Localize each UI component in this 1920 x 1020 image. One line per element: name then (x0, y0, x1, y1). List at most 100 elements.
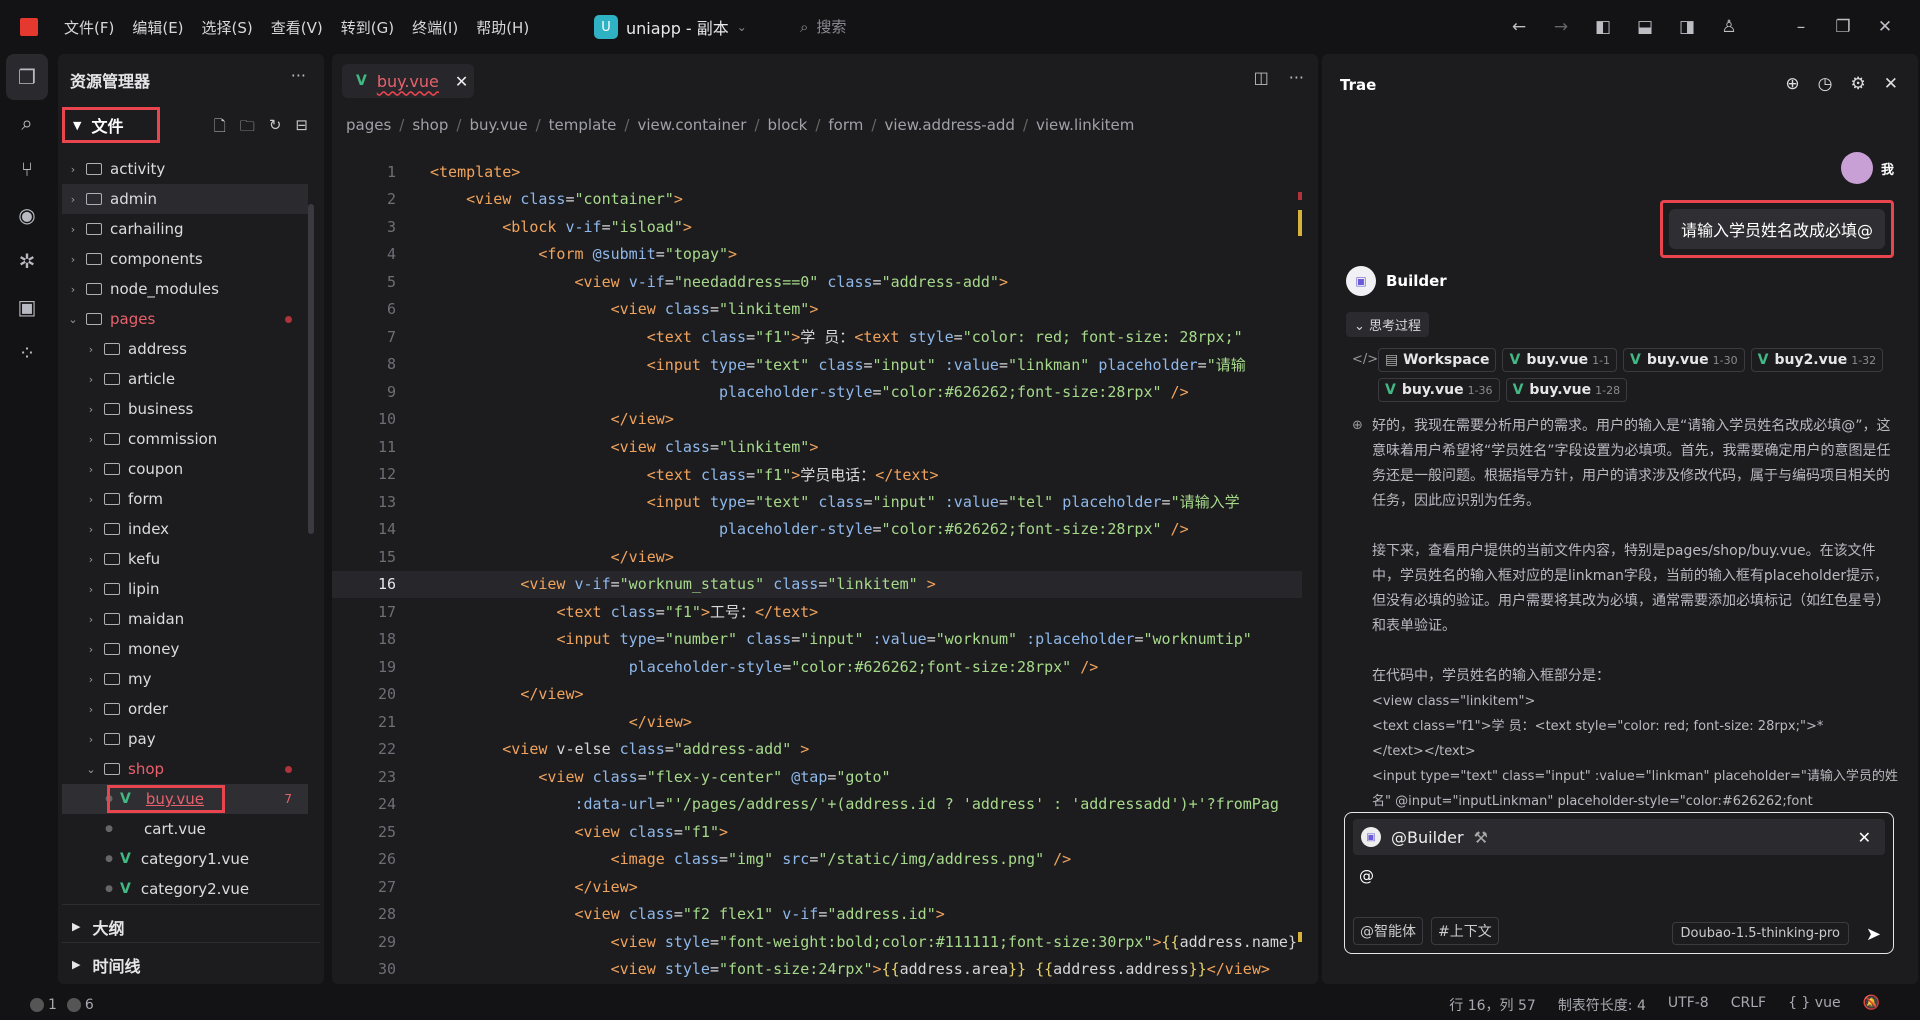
toggle-sidebar-icon[interactable]: ◧ (1592, 17, 1614, 37)
menu-help[interactable]: 帮助(H) (476, 17, 529, 38)
code-line[interactable]: 15 </view> (332, 543, 1302, 571)
breadcrumb-item[interactable]: buy.vue (469, 116, 527, 134)
folder-item[interactable]: ⌄ pages (62, 304, 308, 334)
code-line[interactable]: 10 </view> (332, 406, 1302, 434)
model-selector[interactable]: Doubao-1.5-thinking-pro (1671, 922, 1849, 945)
code-line[interactable]: 23 <view class="flex-y-center" @tap="got… (332, 763, 1302, 791)
menu-view[interactable]: 查看(V) (271, 17, 323, 38)
code-line[interactable]: 6 <view class="linkitem"> (332, 296, 1302, 324)
breadcrumb-item[interactable]: pages (346, 116, 391, 134)
folder-item[interactable]: › address (62, 334, 308, 364)
debug-icon[interactable]: ✲ (0, 238, 54, 284)
folder-item[interactable]: › node_modules (62, 274, 308, 304)
folder-item[interactable]: › carhailing (62, 214, 308, 244)
code-line[interactable]: 13 <input type="text" class="input" :val… (332, 488, 1302, 516)
menu-terminal[interactable]: 终端(I) (412, 17, 458, 38)
context-button[interactable]: #上下文 (1431, 917, 1499, 945)
search-view-icon[interactable]: ⌕ (0, 100, 54, 146)
folder-item[interactable]: › commission (62, 424, 308, 454)
code-area[interactable]: 1 <template> 2 <view class="container"> 3 <… (332, 158, 1302, 983)
context-chip[interactable]: Vbuy2.vue 1-32 (1750, 348, 1884, 372)
folder-item[interactable]: › business (62, 394, 308, 424)
settings-icon[interactable]: ⚙ (1851, 74, 1866, 94)
chat-input-text[interactable]: @ (1359, 867, 1374, 885)
code-line[interactable]: 5 <view v-if="needaddress==0" class="add… (332, 268, 1302, 296)
code-line[interactable]: 1 <template> (332, 158, 1302, 186)
tab-size[interactable]: 制表符长度: 4 (1558, 995, 1646, 1015)
folder-item[interactable]: › form (62, 484, 308, 514)
new-chat-icon[interactable]: ⊕ (1785, 74, 1799, 94)
folder-item[interactable]: › article (62, 364, 308, 394)
code-line[interactable]: 22 <view v-else class="address-add" > (332, 736, 1302, 764)
code-line[interactable]: 19 placeholder-style="color:#626262;font… (332, 653, 1302, 681)
folder-item[interactable]: › activity (62, 154, 308, 184)
file-item[interactable]: ● Vcategory1.vue (62, 844, 308, 874)
encoding[interactable]: UTF-8 (1668, 995, 1709, 1015)
close-icon[interactable]: ✕ (1884, 74, 1898, 94)
context-chip[interactable]: ▤ Workspace (1378, 348, 1497, 372)
explorer-scrollbar[interactable] (308, 204, 314, 534)
folder-item[interactable]: › maidan (62, 604, 308, 634)
code-line[interactable]: 9 placeholder-style="color:#626262;font-… (332, 378, 1302, 406)
agent-button[interactable]: @智能体 (1353, 917, 1423, 945)
collapse-all-icon[interactable]: ⊟ (295, 116, 308, 141)
menu-go[interactable]: 转到(G) (341, 17, 394, 38)
code-line[interactable]: 24 :data-url="'/pages/address/'+(address… (332, 791, 1302, 819)
code-line[interactable]: 26 <image class="img" src="/static/img/a… (332, 846, 1302, 874)
folder-item[interactable]: › order (62, 694, 308, 724)
timeline-section[interactable]: ▶ 时间线 (62, 942, 320, 986)
code-line[interactable]: 17 <text class="f1">工号：</text> (332, 598, 1302, 626)
breadcrumb-item[interactable]: template (549, 116, 617, 134)
project-switcher[interactable]: U uniapp - 副本 ⌄ (594, 14, 747, 40)
minimize-icon[interactable]: – (1790, 17, 1812, 37)
send-icon[interactable]: ➤ (1866, 924, 1881, 945)
file-item[interactable]: ● Vcategory2.vue (62, 874, 308, 904)
folder-item[interactable]: › admin (62, 184, 308, 214)
split-editor-icon[interactable]: ◫ (1254, 68, 1269, 87)
code-line[interactable]: 7 <text class="f1">学 员：<text style="colo… (332, 323, 1302, 351)
more-icon[interactable]: ··· (291, 66, 306, 85)
extensions-icon[interactable]: ⁘ (0, 330, 54, 376)
code-line[interactable]: 4 <form @submit="topay"> (332, 241, 1302, 269)
menu-select[interactable]: 选择(S) (202, 17, 253, 38)
code-line[interactable]: 29 <view style="font-weight:bold;color:#… (332, 928, 1302, 956)
notifications-icon[interactable]: 🔕 (1863, 995, 1880, 1015)
context-chip[interactable]: Vbuy.vue 1-1 (1502, 348, 1618, 372)
back-arrow-icon[interactable]: ← (1508, 17, 1530, 37)
code-line[interactable]: 14 placeholder-style="color:#626262;font… (332, 516, 1302, 544)
close-icon[interactable]: ✕ (455, 72, 468, 91)
source-control-icon[interactable]: ⑂ (0, 146, 54, 192)
folder-item[interactable]: › index (62, 514, 308, 544)
search-box[interactable]: ⌕ 搜索 (800, 16, 846, 37)
code-line[interactable]: 21 </view> (332, 708, 1302, 736)
chat-input-box[interactable]: ▣ @Builder ⚒ ✕ @ @智能体 #上下文 Doubao-1.5-th… (1344, 812, 1894, 954)
folder-item[interactable]: ⌄ shop (62, 754, 308, 784)
line-ending[interactable]: CRLF (1731, 995, 1766, 1015)
code-line[interactable]: 28 <view class="f2 flex1" v-if="address.… (332, 901, 1302, 929)
folder-item[interactable]: › my (62, 664, 308, 694)
folder-item[interactable]: › kefu (62, 544, 308, 574)
close-window-icon[interactable]: ✕ (1874, 17, 1896, 37)
toggle-aux-sidebar-icon[interactable]: ◨ (1676, 17, 1698, 37)
code-line[interactable]: 27 </view> (332, 873, 1302, 901)
restore-icon[interactable]: ❐ (1832, 17, 1854, 37)
folder-item[interactable]: › coupon (62, 454, 308, 484)
code-line[interactable]: 11 <view class="linkitem"> (332, 433, 1302, 461)
file-item[interactable]: ● cart.vue (62, 814, 308, 844)
breadcrumb-item[interactable]: view.linkitem (1036, 116, 1134, 134)
folder-item[interactable]: › components (62, 244, 308, 274)
breadcrumb-item[interactable]: block (768, 116, 808, 134)
cursor-position[interactable]: 行 16，列 57 (1449, 995, 1536, 1015)
code-line[interactable]: 3 <block v-if="isload"> (332, 213, 1302, 241)
more-icon[interactable]: ··· (1289, 68, 1304, 87)
breadcrumb-item[interactable]: form (828, 116, 863, 134)
pin-icon[interactable]: ⚒ (1474, 828, 1488, 847)
context-chip[interactable]: Vbuy.vue 1-36 (1378, 378, 1500, 402)
refresh-icon[interactable]: ↻ (269, 116, 282, 141)
folder-item[interactable]: › lipin (62, 574, 308, 604)
preview-icon[interactable]: ▣ (0, 284, 54, 330)
breadcrumb-item[interactable]: shop (412, 116, 448, 134)
code-line[interactable]: 2 <view class="container"> (332, 186, 1302, 214)
remote-icon[interactable]: ◉ (0, 192, 54, 238)
code-line[interactable]: 20 </view> (332, 681, 1302, 709)
